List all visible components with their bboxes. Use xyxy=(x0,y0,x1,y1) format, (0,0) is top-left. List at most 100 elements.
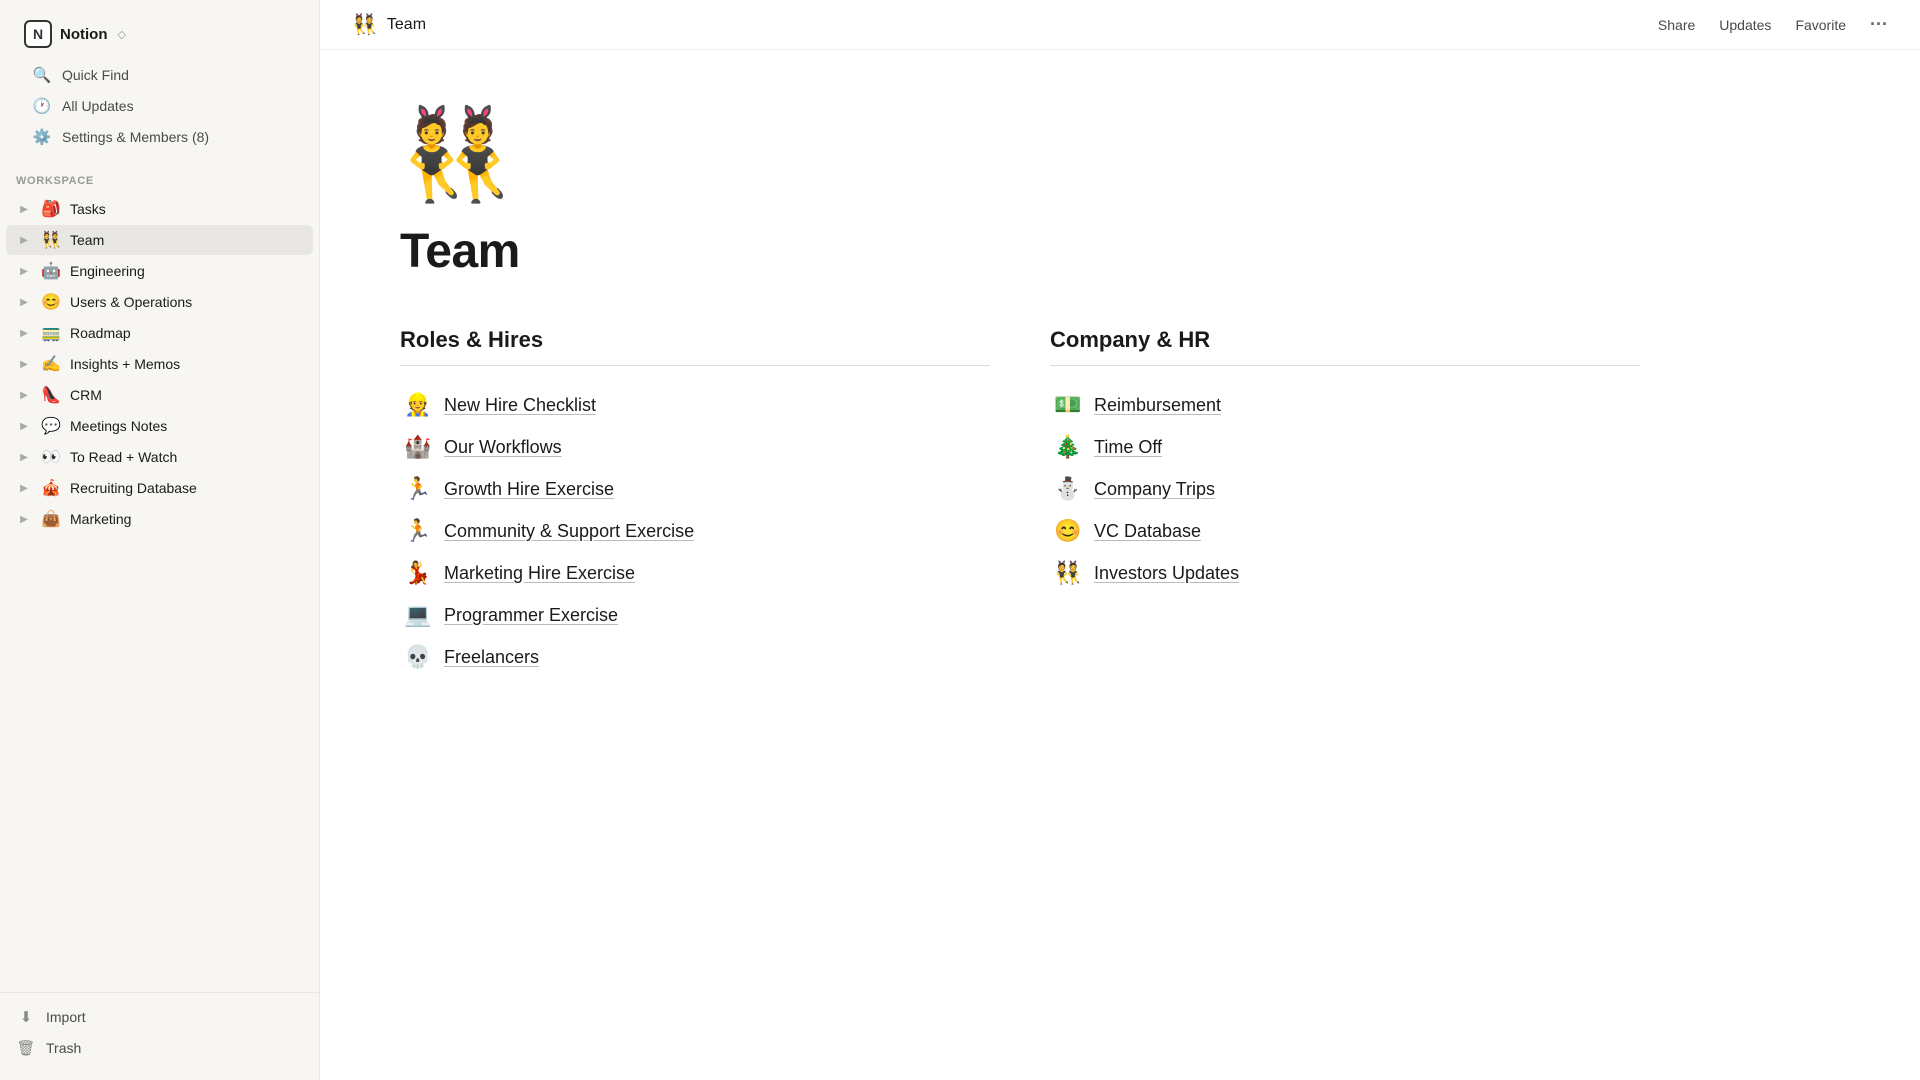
link-emoji: 💵 xyxy=(1054,392,1082,418)
sidebar-item-label: Engineering xyxy=(70,263,145,279)
workspace-label: WORKSPACE xyxy=(0,161,319,193)
company-hr-list: 💵 Reimbursement 🎄 Time Off ⛄ Company Tri… xyxy=(1050,386,1640,592)
sidebar-item-roadmap[interactable]: ▶ 🚃 Roadmap xyxy=(6,318,313,348)
sidebar-item-recruiting-database[interactable]: ▶ 🎪 Recruiting Database xyxy=(6,473,313,503)
link-label: Time Off xyxy=(1094,437,1162,458)
sidebar-item-import[interactable]: ⬇ Import xyxy=(6,1002,313,1032)
clock-icon: 🕐 xyxy=(32,97,52,115)
list-item[interactable]: 💵 Reimbursement xyxy=(1050,386,1640,424)
list-item[interactable]: 💀 Freelancers xyxy=(400,638,990,676)
list-item[interactable]: 🏃 Community & Support Exercise xyxy=(400,512,990,550)
sidebar-item-label: Quick Find xyxy=(62,67,129,83)
list-item[interactable]: ⛄ Company Trips xyxy=(1050,470,1640,508)
sidebar-item-emoji: 👠 xyxy=(40,385,62,405)
sidebar-item-label: Roadmap xyxy=(70,325,131,341)
sidebar-item-label: Import xyxy=(46,1009,86,1025)
section-roles-hires: Roles & Hires 👷 New Hire Checklist 🏰 Our… xyxy=(400,327,990,676)
sidebar-item-insights-memos[interactable]: ▶ ✍️ Insights + Memos xyxy=(6,349,313,379)
gear-icon: ⚙️ xyxy=(32,128,52,146)
updates-button[interactable]: Updates xyxy=(1719,17,1771,33)
chevron-right-icon: ▶ xyxy=(16,452,32,463)
sidebar-item-emoji: 🚃 xyxy=(40,323,62,343)
link-label: Our Workflows xyxy=(444,437,562,458)
notion-icon: N xyxy=(24,20,52,48)
page-content: 👯 Team Roles & Hires 👷 New Hire Checklis… xyxy=(320,50,1720,756)
sidebar-item-label: Trash xyxy=(46,1040,81,1056)
chevron-right-icon: ▶ xyxy=(16,514,32,525)
section-divider xyxy=(1050,365,1640,366)
section-divider xyxy=(400,365,990,366)
sidebar-item-engineering[interactable]: ▶ 🤖 Engineering xyxy=(6,256,313,286)
link-emoji: 💻 xyxy=(404,602,432,628)
sidebar-item-label: Insights + Memos xyxy=(70,356,180,372)
chevron-right-icon: ▶ xyxy=(16,421,32,432)
sidebar-item-emoji: 👯 xyxy=(40,230,62,250)
sidebar-item-team[interactable]: ▶ 👯 Team xyxy=(6,225,313,255)
chevron-right-icon: ▶ xyxy=(16,297,32,308)
import-icon: ⬇ xyxy=(16,1008,36,1026)
sidebar-item-marketing[interactable]: ▶ 👜 Marketing xyxy=(6,504,313,534)
link-emoji: 👷 xyxy=(404,392,432,418)
list-item[interactable]: 🏃 Growth Hire Exercise xyxy=(400,470,990,508)
topbar-page-title: Team xyxy=(387,16,426,34)
section-heading-company-hr: Company & HR xyxy=(1050,327,1640,353)
favorite-button[interactable]: Favorite xyxy=(1795,17,1846,33)
sidebar-item-emoji: 🎒 xyxy=(40,199,62,219)
sidebar-item-label: Settings & Members (8) xyxy=(62,129,209,145)
link-emoji: 🏃 xyxy=(404,476,432,502)
list-item[interactable]: 👷 New Hire Checklist xyxy=(400,386,990,424)
link-emoji: 😊 xyxy=(1054,518,1082,544)
link-label: New Hire Checklist xyxy=(444,395,596,416)
roles-hires-list: 👷 New Hire Checklist 🏰 Our Workflows 🏃 G… xyxy=(400,386,990,676)
sidebar-item-tasks[interactable]: ▶ 🎒 Tasks xyxy=(6,194,313,224)
chevron-right-icon: ▶ xyxy=(16,359,32,370)
sidebar-item-emoji: 👜 xyxy=(40,509,62,529)
sidebar-item-label: To Read + Watch xyxy=(70,449,177,465)
sidebar: N Notion ◇ 🔍 Quick Find 🕐 All Updates ⚙️… xyxy=(0,0,320,1080)
sidebar-item-emoji: 🤖 xyxy=(40,261,62,281)
chevron-right-icon: ▶ xyxy=(16,328,32,339)
topbar-left: 👯 Team xyxy=(352,12,426,37)
chevron-right-icon: ▶ xyxy=(16,390,32,401)
list-item[interactable]: 👯 Investors Updates xyxy=(1050,554,1640,592)
link-label: Marketing Hire Exercise xyxy=(444,563,635,584)
workspace-items: ▶ 🎒 Tasks ▶ 👯 Team ▶ 🤖 Engineering ▶ 😊 U… xyxy=(0,193,319,535)
list-item[interactable]: 🎄 Time Off xyxy=(1050,428,1640,466)
chevron-right-icon: ▶ xyxy=(16,483,32,494)
sidebar-item-crm[interactable]: ▶ 👠 CRM xyxy=(6,380,313,410)
sidebar-item-emoji: 💬 xyxy=(40,416,62,436)
sidebar-item-settings[interactable]: ⚙️ Settings & Members (8) xyxy=(22,122,297,152)
list-item[interactable]: 🏰 Our Workflows xyxy=(400,428,990,466)
link-emoji: 🏃 xyxy=(404,518,432,544)
sidebar-item-emoji: 🎪 xyxy=(40,478,62,498)
sidebar-item-users-operations[interactable]: ▶ 😊 Users & Operations xyxy=(6,287,313,317)
notion-logo-row[interactable]: N Notion ◇ xyxy=(16,12,303,56)
sidebar-item-emoji: 👀 xyxy=(40,447,62,467)
section-heading-roles-hires: Roles & Hires xyxy=(400,327,990,353)
sidebar-item-label: Recruiting Database xyxy=(70,480,197,496)
search-icon: 🔍 xyxy=(32,66,52,84)
sidebar-item-emoji: ✍️ xyxy=(40,354,62,374)
sidebar-item-trash[interactable]: 🗑 Trash xyxy=(6,1033,313,1063)
topbar-right: Share Updates Favorite ··· xyxy=(1658,14,1888,35)
list-item[interactable]: 😊 VC Database xyxy=(1050,512,1640,550)
sidebar-bottom: ⬇ Import 🗑 Trash xyxy=(0,992,319,1080)
sidebar-item-label: Users & Operations xyxy=(70,294,192,310)
list-item[interactable]: 💃 Marketing Hire Exercise xyxy=(400,554,990,592)
list-item[interactable]: 💻 Programmer Exercise xyxy=(400,596,990,634)
link-emoji: 🏰 xyxy=(404,434,432,460)
more-menu-button[interactable]: ··· xyxy=(1870,14,1888,35)
sidebar-item-all-updates[interactable]: 🕐 All Updates xyxy=(22,91,297,121)
sidebar-item-meetings-notes[interactable]: ▶ 💬 Meetings Notes xyxy=(6,411,313,441)
sidebar-item-quick-find[interactable]: 🔍 Quick Find xyxy=(22,60,297,90)
share-button[interactable]: Share xyxy=(1658,17,1695,33)
link-label: Company Trips xyxy=(1094,479,1215,500)
topbar-page-emoji: 👯 xyxy=(352,12,377,37)
link-emoji: 👯 xyxy=(1054,560,1082,586)
link-label: Community & Support Exercise xyxy=(444,521,694,542)
sidebar-item-emoji: 😊 xyxy=(40,292,62,312)
notion-title: Notion xyxy=(60,26,107,43)
trash-icon: 🗑 xyxy=(16,1039,36,1057)
link-emoji: ⛄ xyxy=(1054,476,1082,502)
sidebar-item-to-read-watch[interactable]: ▶ 👀 To Read + Watch xyxy=(6,442,313,472)
